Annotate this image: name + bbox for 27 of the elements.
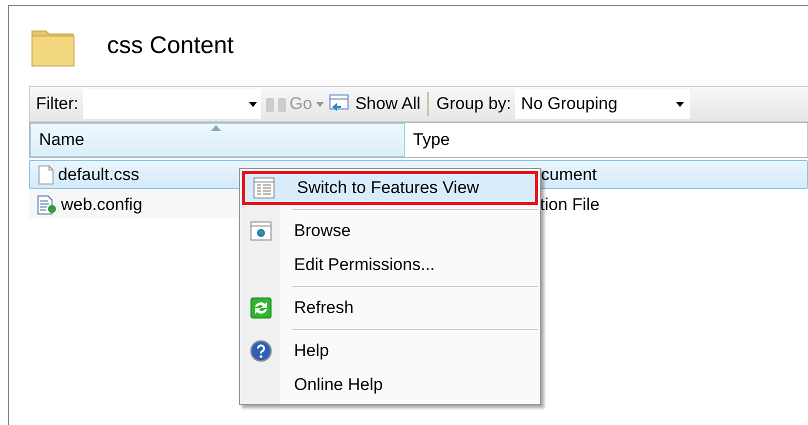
dropdown-arrow-icon[interactable] <box>676 102 684 106</box>
menu-item[interactable]: Help <box>242 334 538 368</box>
column-header[interactable]: Name <box>30 123 405 157</box>
menu-item[interactable]: Edit Permissions... <box>242 248 538 282</box>
menu-item[interactable]: Online Help <box>242 368 538 402</box>
file-type: cument <box>540 164 598 184</box>
group-by-label: Group by: <box>436 94 512 114</box>
menu-item[interactable]: Refresh <box>242 291 538 325</box>
menu-item[interactable]: Switch to Features View <box>242 171 538 205</box>
filter-field[interactable] <box>82 89 260 119</box>
column-header[interactable]: Type <box>405 123 808 157</box>
file-name: web.config <box>61 194 142 214</box>
browser-window-icon <box>250 221 272 241</box>
file-type: tion File <box>539 194 601 214</box>
file-icon <box>38 164 54 184</box>
show-all-button[interactable]: Show All <box>328 93 420 115</box>
config-file-icon <box>37 194 57 214</box>
help-icon <box>250 340 272 362</box>
group-by-dropdown[interactable]: No Grouping <box>515 89 690 119</box>
page-title: css Content <box>107 32 234 60</box>
file-name: default.css <box>58 164 140 184</box>
list-view-icon <box>253 177 275 199</box>
menu-item[interactable]: Browse <box>242 214 538 248</box>
sort-arrow-icon <box>211 125 221 131</box>
refresh-icon <box>250 297 272 319</box>
filter-label: Filter: <box>36 94 78 114</box>
dropdown-arrow-icon[interactable] <box>248 102 256 106</box>
